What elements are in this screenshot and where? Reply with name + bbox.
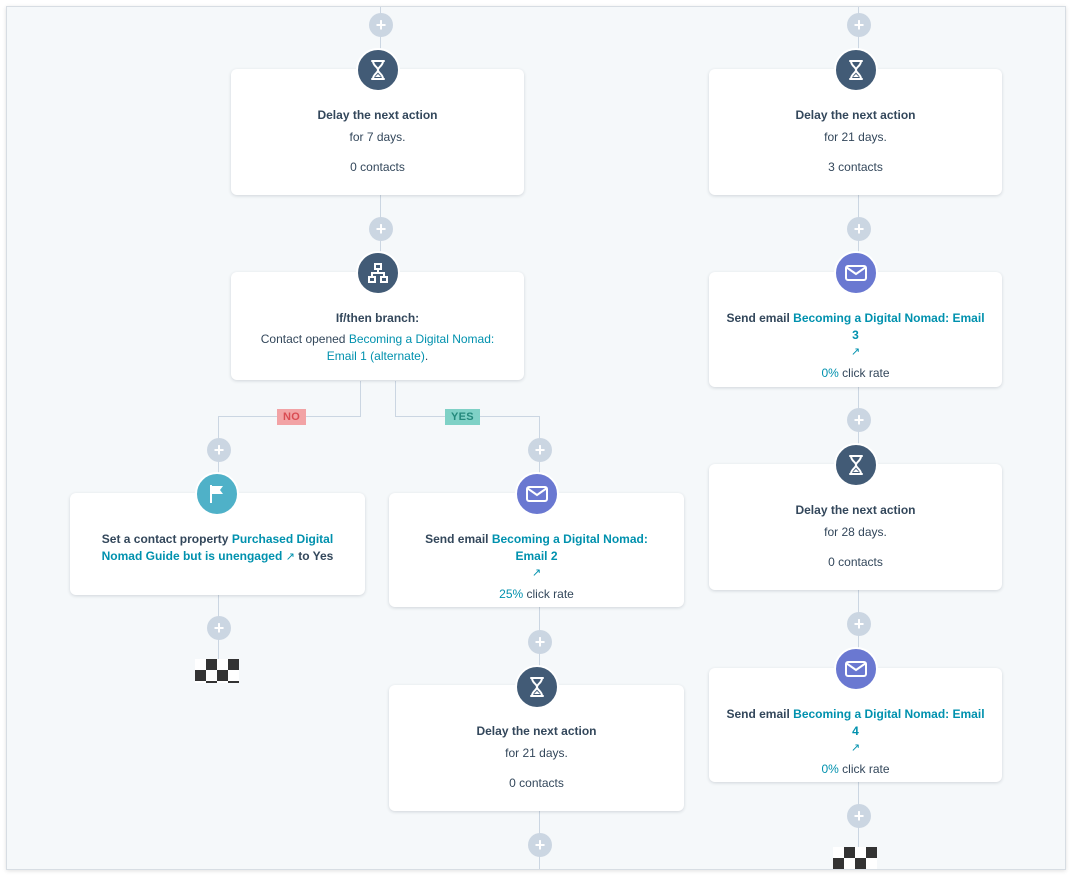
property-value-label: to Yes bbox=[298, 549, 334, 563]
email-link[interactable]: Becoming a Digital Nomad: Email 2 bbox=[492, 532, 648, 563]
envelope-icon bbox=[845, 661, 867, 677]
workflow-canvas: + + + + + + + + + + + + NO YES Delay the… bbox=[6, 6, 1066, 870]
plus-icon: + bbox=[853, 614, 865, 634]
click-rate-label: click rate bbox=[842, 366, 890, 380]
plus-icon: + bbox=[534, 632, 546, 652]
yes-branch-tag: YES bbox=[445, 409, 480, 425]
card-title: Delay the next action bbox=[795, 108, 916, 122]
add-action-button[interactable]: + bbox=[847, 13, 871, 37]
plus-icon: + bbox=[853, 806, 865, 826]
branch-icon bbox=[368, 263, 388, 283]
email-badge bbox=[515, 472, 559, 516]
external-link-icon[interactable]: ↗ bbox=[725, 344, 986, 361]
envelope-icon bbox=[526, 486, 548, 502]
add-action-button[interactable]: + bbox=[847, 217, 871, 241]
external-link-icon[interactable]: ↗ bbox=[725, 740, 986, 757]
plus-icon: + bbox=[213, 440, 225, 460]
click-rate-value[interactable]: 0% bbox=[821, 366, 838, 380]
card-title: Delay the next action bbox=[317, 108, 438, 122]
branch-condition-label: Contact opened bbox=[260, 332, 346, 346]
branch-badge bbox=[356, 251, 400, 295]
connector bbox=[395, 381, 396, 417]
delay-duration: for 28 days. bbox=[824, 525, 887, 539]
envelope-icon bbox=[845, 265, 867, 281]
external-link-icon[interactable]: ↗ bbox=[286, 551, 295, 563]
add-action-button[interactable]: + bbox=[528, 438, 552, 462]
plus-icon: + bbox=[853, 15, 865, 35]
delay-badge bbox=[834, 48, 878, 92]
flag-icon bbox=[210, 485, 223, 503]
contact-count[interactable]: 0 contacts bbox=[231, 159, 524, 176]
click-rate-label: click rate bbox=[842, 762, 890, 776]
plus-icon: + bbox=[853, 219, 865, 239]
card-title: Delay the next action bbox=[476, 724, 597, 738]
add-action-button[interactable]: + bbox=[207, 438, 231, 462]
delay-badge bbox=[515, 665, 559, 709]
hourglass-icon bbox=[530, 677, 544, 697]
plus-icon: + bbox=[534, 835, 546, 855]
add-action-button[interactable]: + bbox=[369, 217, 393, 241]
plus-icon: + bbox=[375, 15, 387, 35]
delay-badge bbox=[356, 48, 400, 92]
contact-count[interactable]: 0 contacts bbox=[709, 554, 1002, 571]
action-label: Send email bbox=[726, 311, 790, 325]
action-label: Send email bbox=[425, 532, 489, 546]
add-action-button[interactable]: + bbox=[369, 13, 393, 37]
click-rate-value[interactable]: 0% bbox=[821, 762, 838, 776]
plus-icon: + bbox=[534, 440, 546, 460]
checkered-flag-icon bbox=[195, 659, 239, 683]
plus-icon: + bbox=[853, 410, 865, 430]
property-badge bbox=[195, 472, 239, 516]
branch-condition-end: . bbox=[424, 349, 429, 363]
add-action-button[interactable]: + bbox=[847, 408, 871, 432]
card-title: If/then branch: bbox=[335, 311, 420, 325]
hourglass-icon bbox=[849, 60, 863, 80]
add-action-button[interactable]: + bbox=[528, 833, 552, 857]
email-badge bbox=[834, 251, 878, 295]
contact-count[interactable]: 3 contacts bbox=[709, 159, 1002, 176]
add-action-button[interactable]: + bbox=[847, 612, 871, 636]
checkered-flag-icon bbox=[833, 847, 877, 869]
email-link[interactable]: Becoming a Digital Nomad: Email 3 bbox=[793, 311, 984, 342]
plus-icon: + bbox=[213, 618, 225, 638]
delay-duration: for 7 days. bbox=[349, 130, 406, 144]
delay-duration: for 21 days. bbox=[505, 746, 568, 760]
email-badge bbox=[834, 647, 878, 691]
delay-duration: for 21 days. bbox=[824, 130, 887, 144]
hourglass-icon bbox=[849, 455, 863, 475]
click-rate-label: click rate bbox=[526, 587, 574, 601]
add-action-button[interactable]: + bbox=[528, 630, 552, 654]
action-label: Send email bbox=[726, 707, 790, 721]
delay-badge bbox=[834, 443, 878, 487]
email-link[interactable]: Becoming a Digital Nomad: Email 4 bbox=[793, 707, 984, 738]
external-link-icon[interactable]: ↗ bbox=[409, 565, 664, 582]
connector bbox=[360, 381, 361, 417]
no-branch-tag: NO bbox=[277, 409, 307, 425]
click-rate-value[interactable]: 25% bbox=[499, 587, 523, 601]
action-label: Set a contact property bbox=[101, 532, 229, 546]
add-action-button[interactable]: + bbox=[847, 804, 871, 828]
contact-count[interactable]: 0 contacts bbox=[389, 775, 684, 792]
hourglass-icon bbox=[371, 60, 385, 80]
add-action-button[interactable]: + bbox=[207, 616, 231, 640]
email-link[interactable]: Becoming a Digital Nomad: Email 1 (alter… bbox=[327, 332, 494, 363]
card-title: Delay the next action bbox=[795, 503, 916, 517]
plus-icon: + bbox=[375, 219, 387, 239]
